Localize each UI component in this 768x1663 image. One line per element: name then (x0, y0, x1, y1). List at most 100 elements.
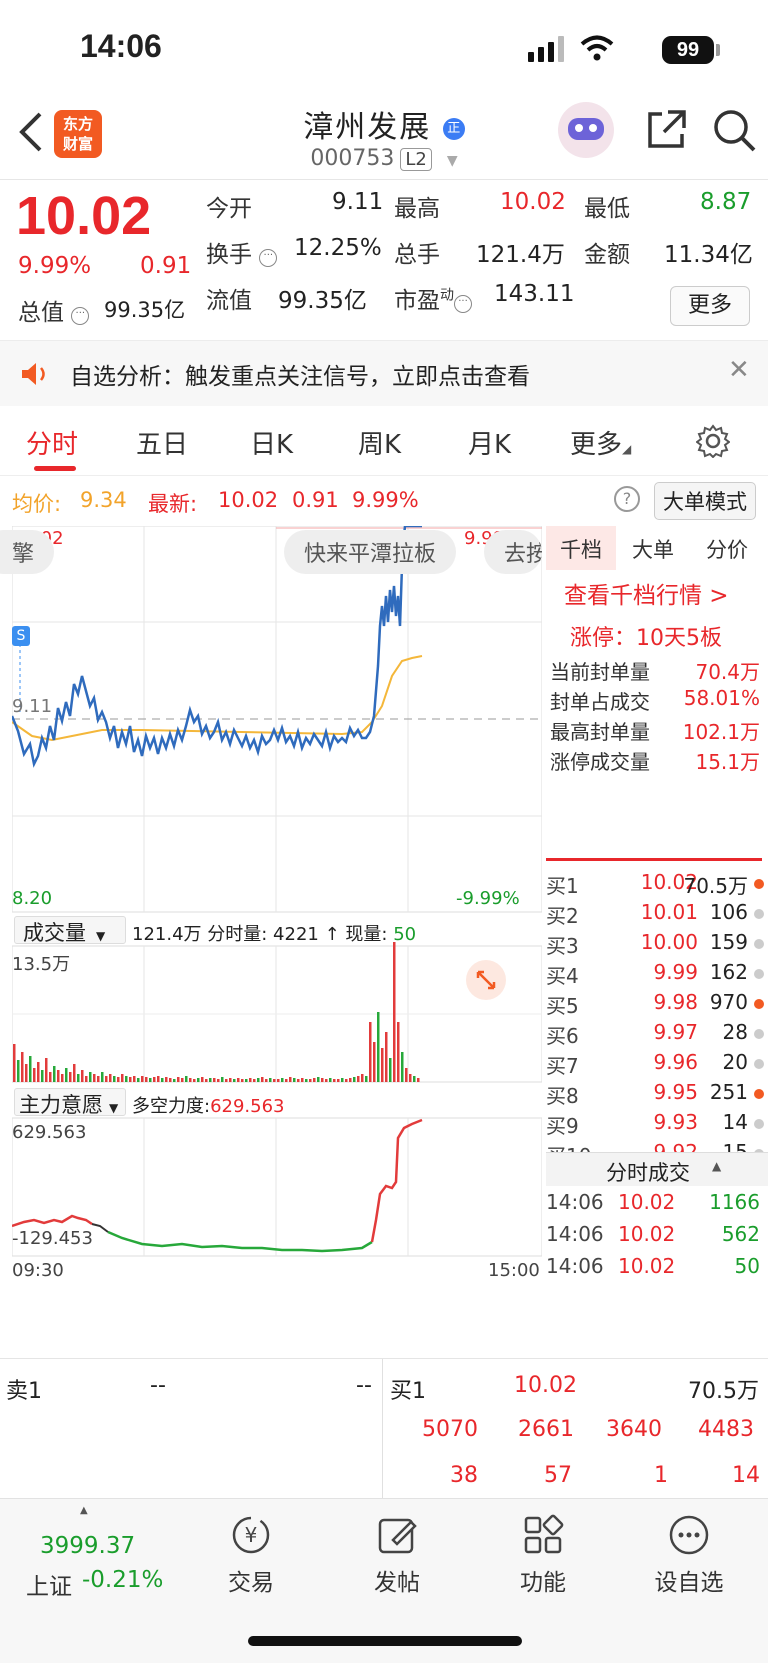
bid-row[interactable]: 买7 9.96 20 (546, 1050, 766, 1080)
battery-icon: 99 (662, 36, 714, 64)
volume-bar (273, 1079, 276, 1082)
tab-monthly-k[interactable]: 月K (468, 424, 511, 461)
nav-trade[interactable]: ¥ 交易 (176, 1499, 326, 1597)
volume-summary: 121.4万 分时量: 4221 ↑ 现量: 50 (132, 924, 417, 945)
bid-row[interactable]: 买5 9.98 970 (546, 990, 766, 1020)
bid-row[interactable]: 买6 9.97 28 (546, 1020, 766, 1050)
nav-post[interactable]: 发帖 (322, 1499, 472, 1597)
volume-bar (281, 1078, 284, 1082)
notice-banner[interactable]: 自选分析：触发重点关注信号，立即点击查看 ✕ (0, 340, 768, 406)
promo-pill-center[interactable]: 快来平潭拉板 (284, 530, 457, 574)
queue-value: 5070 (422, 1417, 478, 1442)
main-force-top: 629.563 (12, 1122, 87, 1143)
expand-icon[interactable] (466, 960, 506, 1000)
volume-bar (57, 1070, 60, 1082)
volume-bar (201, 1077, 204, 1082)
bid-row[interactable]: 买9 9.93 14 (546, 1110, 766, 1140)
bid-row[interactable]: 买2 10.01 106 (546, 900, 766, 930)
queue-value: 38 (450, 1463, 478, 1488)
volume-bar (93, 1074, 96, 1082)
volume-bar (333, 1079, 336, 1082)
volume-bar (209, 1078, 212, 1082)
home-indicator (248, 1636, 522, 1646)
view-levels-link[interactable]: 查看千档行情 > (564, 576, 768, 610)
volume-bar (245, 1079, 248, 1082)
nav-add-watchlist[interactable]: 设自选 (614, 1499, 764, 1597)
notice-text: 自选分析：触发重点关注信号，立即点击查看 (70, 364, 530, 390)
order-dot-icon (754, 1059, 764, 1069)
volume-value: 121.4万 (476, 242, 565, 268)
tab-five-day[interactable]: 五日 (136, 424, 188, 461)
volume-bar (313, 1078, 316, 1082)
volume-bar (53, 1066, 56, 1082)
bid-row[interactable]: 买8 9.95 251 (546, 1080, 766, 1110)
sell-marker[interactable]: S (12, 626, 30, 646)
tab-price-distribution[interactable]: 分价 (706, 534, 748, 564)
help-icon[interactable]: ? (614, 486, 640, 512)
volume-bar (321, 1078, 324, 1082)
order-panel: 千档 大单 分价 查看千档行情 > 涨停：10天5板 当前封单量 70.4万 封单… (546, 526, 768, 1356)
quote-panel: 10.02 9.99% 0.91 总值 ··· 99.35亿 今开 9.11 最… (0, 181, 768, 339)
share-icon[interactable] (644, 108, 688, 152)
queue-value: 1 (654, 1463, 668, 1488)
svg-text:¥: ¥ (245, 1523, 258, 1547)
volume-bar (153, 1077, 156, 1082)
queue-value: 14 (732, 1463, 760, 1488)
tab-big-orders[interactable]: 大单 (632, 534, 674, 564)
bid-row[interactable]: 买3 10.00 159 (546, 930, 766, 960)
promo-pill-left[interactable]: 擎 (0, 530, 55, 574)
bid-row[interactable]: 买4 9.99 162 (546, 960, 766, 990)
volume-bar (293, 1078, 296, 1082)
volume-bar (161, 1078, 164, 1082)
stock-code-text: 000753 (310, 146, 395, 171)
tab-daily-k[interactable]: 日K (250, 424, 293, 461)
tab-more[interactable]: 更多◢ (570, 424, 631, 461)
volume-bar (13, 1044, 16, 1082)
bid-row[interactable]: 买109.9215 (546, 1140, 766, 1152)
open-value: 9.11 (332, 189, 384, 215)
promo-pill-right[interactable]: 去按 (484, 530, 542, 574)
order-dot-icon (754, 879, 764, 889)
main-force-selector[interactable]: 主力意愿 ▼ (14, 1088, 126, 1117)
volume-bar (37, 1062, 40, 1082)
tab-thousand-levels[interactable]: 千档 (560, 534, 602, 564)
volume-bar (141, 1076, 144, 1082)
volume-selector[interactable]: 成交量 ▼ (14, 916, 126, 945)
volume-bar (385, 1032, 388, 1082)
search-icon[interactable] (712, 108, 758, 154)
volume-bar (77, 1074, 80, 1082)
volume-bar (393, 942, 396, 1082)
level2-badge: L2 (400, 148, 432, 171)
volume-bar (25, 1064, 28, 1082)
volume-bar (217, 1079, 220, 1082)
ticks-header[interactable]: 分时成交 ▲ (546, 1152, 768, 1186)
nav-functions[interactable]: 功能 (468, 1499, 618, 1597)
amount-value: 11.34亿 (664, 242, 753, 268)
close-icon[interactable]: ✕ (728, 355, 750, 385)
intraday-chart[interactable]: 10.02 9.99% 8.20 -9.99% 9.11 S 擎 快来平潭拉板 … (0, 526, 542, 1356)
settings-gear-icon[interactable] (696, 424, 730, 458)
volume-bar (289, 1077, 292, 1082)
volume-bar (33, 1068, 36, 1082)
more-dots-icon: ··· (71, 307, 90, 325)
volume-bar (229, 1078, 232, 1082)
high-value: 10.02 (500, 189, 566, 215)
volume-bar (269, 1078, 272, 1082)
caret-up-icon: ▲ (80, 1505, 88, 1516)
queue-value: 4483 (698, 1417, 754, 1442)
tab-weekly-k[interactable]: 周K (358, 424, 401, 461)
status-bar: 14:06 99 (0, 0, 768, 100)
volume-bar (401, 1052, 404, 1082)
tab-intraday[interactable]: 分时 (26, 424, 78, 461)
volume-bar (277, 1079, 280, 1082)
volume-bar (133, 1076, 136, 1082)
big-order-mode-button[interactable]: 大单模式 (654, 482, 756, 520)
main-force-bottom: -129.453 (12, 1228, 93, 1249)
latest-change-pct: 9.99% (352, 488, 419, 512)
more-button[interactable]: 更多 (670, 286, 750, 326)
stock-name-text: 漳州发展 (303, 110, 432, 145)
robot-assistant-icon[interactable] (558, 102, 614, 158)
bid-row[interactable]: 买1 10.02 70.5万 (546, 870, 766, 900)
low-label: 最低 (584, 196, 630, 222)
volume-bar (145, 1077, 148, 1082)
